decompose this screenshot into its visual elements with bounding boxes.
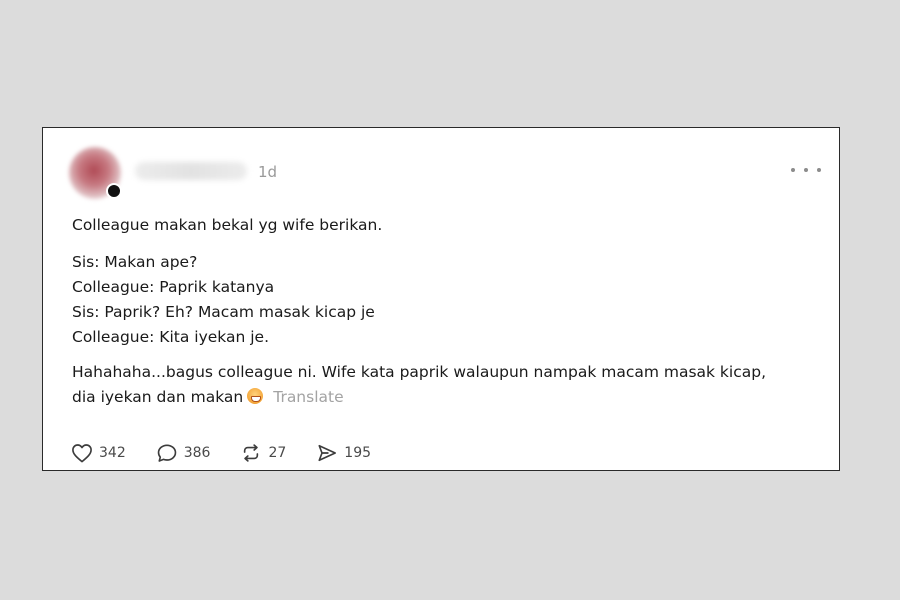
share-count: 195 <box>344 445 372 461</box>
post-actions: 342 386 27 195 <box>71 441 401 465</box>
comment-count: 386 <box>183 445 211 461</box>
post-intro: Colleague makan bekal yg wife berikan. <box>72 216 383 234</box>
more-dot <box>791 168 795 172</box>
translate-link[interactable]: Translate <box>273 388 343 406</box>
grimacing-face-emoji <box>247 388 264 404</box>
like-count: 342 <box>99 445 126 461</box>
like-button[interactable]: 342 <box>71 443 126 463</box>
closing-text: dia iyekan dan makan <box>72 388 244 406</box>
username-redacted[interactable] <box>135 162 247 180</box>
more-options-icon[interactable] <box>791 160 821 180</box>
post-body: Colleague makan bekal yg wife berikan. S… <box>72 213 822 422</box>
post-timestamp: 1d <box>258 163 278 181</box>
share-button[interactable]: 195 <box>316 443 371 463</box>
dialog-line: Colleague: Paprik katanya <box>72 278 275 296</box>
closing-line: Hahahaha...bagus colleague ni. Wife kata… <box>72 363 767 381</box>
send-icon <box>318 444 337 462</box>
screenshot-stage: 1d Colleague makan bekal yg wife berikan… <box>0 0 900 600</box>
more-dot <box>817 168 821 172</box>
post-dialog: Sis: Makan ape? Colleague: Paprik katany… <box>72 250 822 350</box>
dialog-line: Sis: Makan ape? <box>72 253 198 271</box>
repost-count: 27 <box>268 445 287 461</box>
comment-button[interactable]: 386 <box>156 443 211 463</box>
comment-bubble-icon <box>157 444 177 462</box>
heart-icon <box>72 444 92 463</box>
closing-line-2: dia iyekan dan makan Translate <box>72 385 822 410</box>
repost-button[interactable]: 27 <box>240 443 286 463</box>
dialog-line: Colleague: Kita iyekan je. <box>72 328 270 346</box>
more-dot <box>804 168 808 172</box>
repost-icon <box>244 444 259 462</box>
avatar-badge <box>106 183 122 199</box>
dialog-line: Sis: Paprik? Eh? Macam masak kicap je <box>72 303 375 321</box>
post-card: 1d Colleague makan bekal yg wife berikan… <box>42 127 840 471</box>
post-closing: Hahahaha...bagus colleague ni. Wife kata… <box>72 360 822 410</box>
